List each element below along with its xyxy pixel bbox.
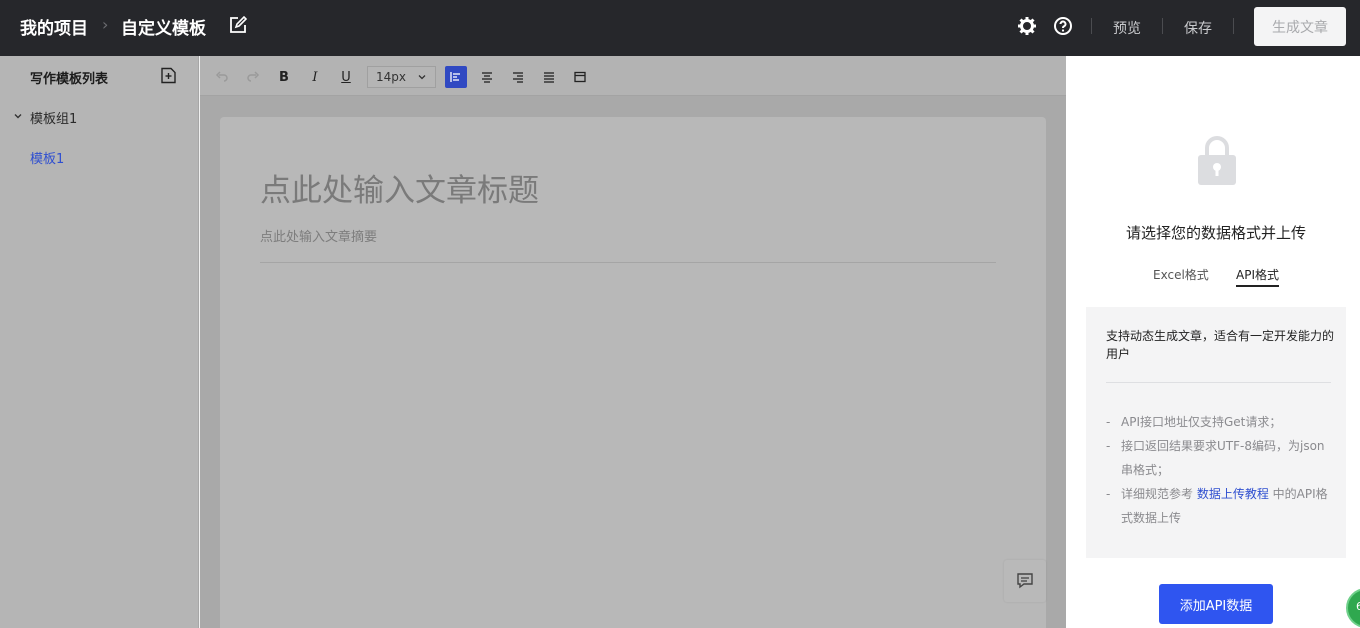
sidebar-group-label: 模板组1 (30, 112, 78, 127)
align-center-icon[interactable] (478, 68, 496, 86)
underline-button[interactable]: U (337, 68, 355, 86)
redo-icon[interactable] (244, 68, 262, 86)
sidebar-item-template[interactable]: 模板1 (30, 148, 64, 167)
gear-icon[interactable] (1017, 16, 1037, 36)
divider (1106, 382, 1331, 383)
undo-icon[interactable] (213, 68, 231, 86)
sidebar-group[interactable]: 模板组1 (12, 108, 77, 127)
article-paper: 点此处输入文章标题 点此处输入文章摘要 (220, 117, 1046, 628)
data-upload-panel: 请选择您的数据格式并上传 Excel格式 API格式 支持动态生成文章，适合有一… (1066, 56, 1360, 628)
add-file-icon[interactable] (160, 67, 177, 84)
font-size-select[interactable]: 14px (367, 66, 436, 88)
editor-toolbar: B I U 14px (200, 56, 1066, 96)
align-right-icon[interactable] (509, 68, 527, 86)
table-icon[interactable] (571, 68, 589, 86)
chevron-down-icon (12, 110, 24, 126)
chevron-down-icon (417, 71, 427, 85)
tab-api[interactable]: API格式 (1236, 266, 1279, 287)
breadcrumb-my-projects[interactable]: 我的项目 (20, 14, 88, 39)
divider (1162, 18, 1163, 34)
italic-button[interactable]: I (306, 68, 324, 86)
help-icon[interactable] (1053, 16, 1073, 36)
justify-icon[interactable] (540, 68, 558, 86)
panel-title: 请选择您的数据格式并上传 (1125, 224, 1306, 242)
add-api-data-button[interactable]: 添加API数据 (1159, 584, 1273, 624)
divider (1233, 18, 1234, 34)
divider (1091, 18, 1092, 34)
editor-area: B I U 14px 点此处输入文章标题 点此处输入文章摘要 (200, 56, 1066, 628)
api-info-box: 支持动态生成文章，适合有一定开发能力的用户 - API接口地址仅支持Get请求； … (1086, 307, 1346, 558)
font-size-value: 14px (376, 70, 406, 84)
tab-excel[interactable]: Excel格式 (1153, 266, 1209, 283)
preview-button[interactable]: 预览 (1113, 18, 1141, 38)
edit-icon[interactable] (229, 15, 248, 34)
divider (260, 262, 996, 263)
save-button[interactable]: 保存 (1184, 18, 1212, 38)
bold-button[interactable]: B (275, 68, 293, 86)
top-bar: 我的项目 › 自定义模板 预览 保存 生成文章 (0, 0, 1360, 56)
article-title-input[interactable]: 点此处输入文章标题 (260, 165, 539, 210)
page-title: 自定义模板 (121, 19, 206, 39)
template-sidebar: 写作模板列表 模板组1 模板1 (0, 56, 199, 628)
feedback-chat-icon[interactable] (1004, 560, 1046, 602)
article-summary-input[interactable]: 点此处输入文章摘要 (260, 226, 377, 245)
generate-article-button[interactable]: 生成文章 (1254, 7, 1346, 46)
breadcrumb-separator: › (102, 15, 109, 34)
api-description: 支持动态生成文章，适合有一定开发能力的用户 (1106, 329, 1335, 361)
sidebar-title: 写作模板列表 (30, 72, 109, 87)
align-left-icon[interactable] (445, 66, 467, 88)
lock-icon (1196, 134, 1238, 186)
upload-tutorial-link[interactable]: 数据上传教程 (1197, 487, 1269, 501)
